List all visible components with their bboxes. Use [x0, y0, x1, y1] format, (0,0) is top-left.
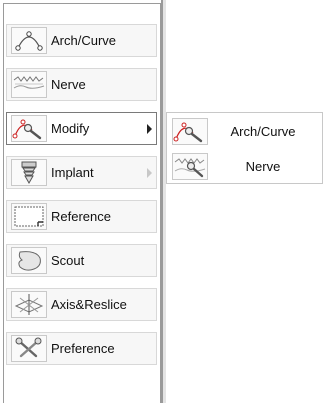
modify-icon — [11, 115, 47, 142]
preference-icon — [11, 335, 47, 362]
menu-item-label: Scout — [51, 253, 85, 268]
menu-item-implant[interactable]: Implant — [6, 156, 157, 189]
menu-item-label: Reference — [51, 209, 111, 224]
submenu-item-arch-curve[interactable]: Arch/Curve — [167, 113, 322, 149]
menu-item-preference[interactable]: Preference — [6, 332, 157, 365]
menu-item-label: Nerve — [51, 77, 86, 92]
menu-item-label: Implant — [51, 165, 94, 180]
menu-item-reference[interactable]: Reference — [6, 200, 157, 233]
menu-item-label: Modify — [51, 121, 90, 136]
axis-reslice-icon — [11, 291, 47, 318]
submenu-arrow-icon — [147, 168, 152, 178]
menu-item-label: Axis&Reslice — [51, 297, 127, 312]
scout-icon — [11, 247, 47, 274]
menu-item-axis-reslice[interactable]: Axis&Reslice — [6, 288, 157, 321]
menu-item-arch-curve[interactable]: Arch/Curve — [6, 24, 157, 57]
modify-nerve-icon — [172, 152, 208, 180]
implant-icon — [11, 159, 47, 186]
submenu-item-label: Arch/Curve — [230, 123, 296, 139]
menu-item-modify[interactable]: Modify — [6, 112, 157, 145]
menu-item-label: Preference — [51, 341, 115, 356]
nerve-icon — [11, 71, 47, 98]
modify-arch-curve-icon — [172, 117, 208, 145]
menu-item-scout[interactable]: Scout — [6, 244, 157, 277]
reference-icon — [11, 203, 47, 230]
menu-divider-shadow — [163, 0, 166, 403]
menu-item-nerve[interactable]: Nerve — [6, 68, 157, 101]
arch-curve-icon — [11, 27, 47, 54]
submenu-item-nerve[interactable]: Nerve — [167, 148, 322, 184]
submenu-arrow-icon — [147, 124, 152, 134]
modify-submenu: Arch/Curve Nerve — [166, 112, 323, 184]
submenu-item-label: Nerve — [245, 158, 281, 174]
menu-item-label: Arch/Curve — [51, 33, 117, 48]
